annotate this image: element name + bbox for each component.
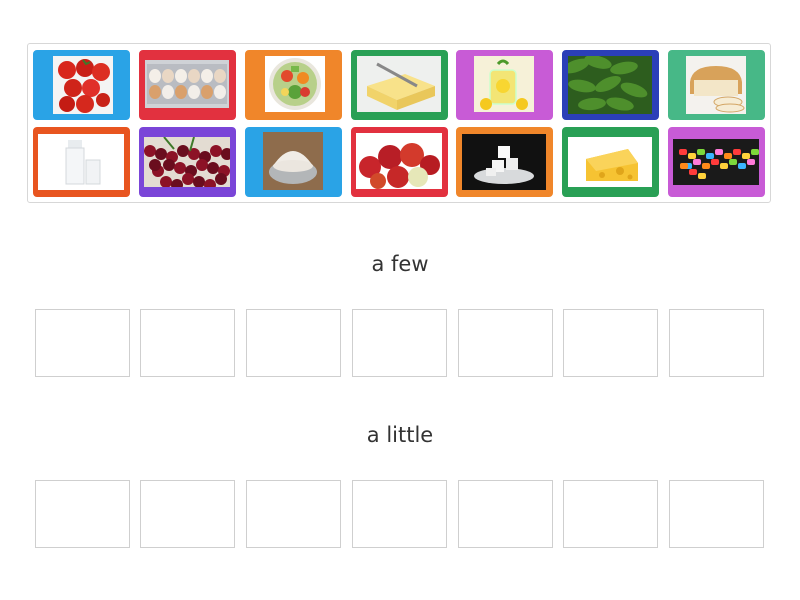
cheese-card[interactable] — [562, 127, 659, 197]
drop-slot[interactable] — [669, 480, 764, 548]
drop-slot[interactable] — [352, 480, 447, 548]
butter-card[interactable] — [351, 50, 448, 120]
cucumbers-image — [568, 56, 652, 114]
milk-image — [38, 134, 124, 190]
eggs-image — [145, 60, 229, 108]
apples-card[interactable] — [351, 127, 448, 197]
cherries-card[interactable] — [139, 127, 236, 197]
drop-slot[interactable] — [140, 309, 235, 377]
flour-card[interactable] — [245, 127, 342, 197]
cherries-image — [144, 137, 230, 187]
milk-card[interactable] — [33, 127, 130, 197]
lemonade-image — [474, 56, 534, 112]
drop-slot[interactable] — [458, 480, 553, 548]
drop-slot[interactable] — [35, 480, 130, 548]
vegetable-plate-image — [265, 56, 325, 112]
cucumbers-card[interactable] — [562, 50, 659, 120]
vegetables-card[interactable] — [245, 50, 342, 120]
tomatoes-card[interactable] — [33, 50, 130, 120]
sugar-cubes-image — [462, 134, 546, 190]
eggs-card[interactable] — [139, 50, 236, 120]
flour-image — [263, 132, 323, 190]
bread-image — [686, 56, 746, 114]
group-label-a-few: a few — [371, 252, 429, 276]
drop-slot[interactable] — [246, 309, 341, 377]
sugar-card[interactable] — [456, 127, 553, 197]
candy-card[interactable] — [668, 127, 765, 197]
drop-slot[interactable] — [35, 309, 130, 377]
drop-slot[interactable] — [352, 309, 447, 377]
drop-slot[interactable] — [246, 480, 341, 548]
butter-image — [357, 56, 441, 112]
drop-slot[interactable] — [669, 309, 764, 377]
drop-slot[interactable] — [140, 480, 235, 548]
candy-image — [673, 139, 759, 185]
tomatoes-image — [53, 56, 113, 114]
group-label-a-little: a little — [366, 423, 434, 447]
drop-slot[interactable] — [563, 480, 658, 548]
cheese-image — [568, 137, 652, 187]
drop-slot[interactable] — [563, 309, 658, 377]
drop-slot[interactable] — [458, 309, 553, 377]
bread-card[interactable] — [668, 50, 765, 120]
apples-image — [356, 133, 442, 189]
lemonade-card[interactable] — [456, 50, 553, 120]
